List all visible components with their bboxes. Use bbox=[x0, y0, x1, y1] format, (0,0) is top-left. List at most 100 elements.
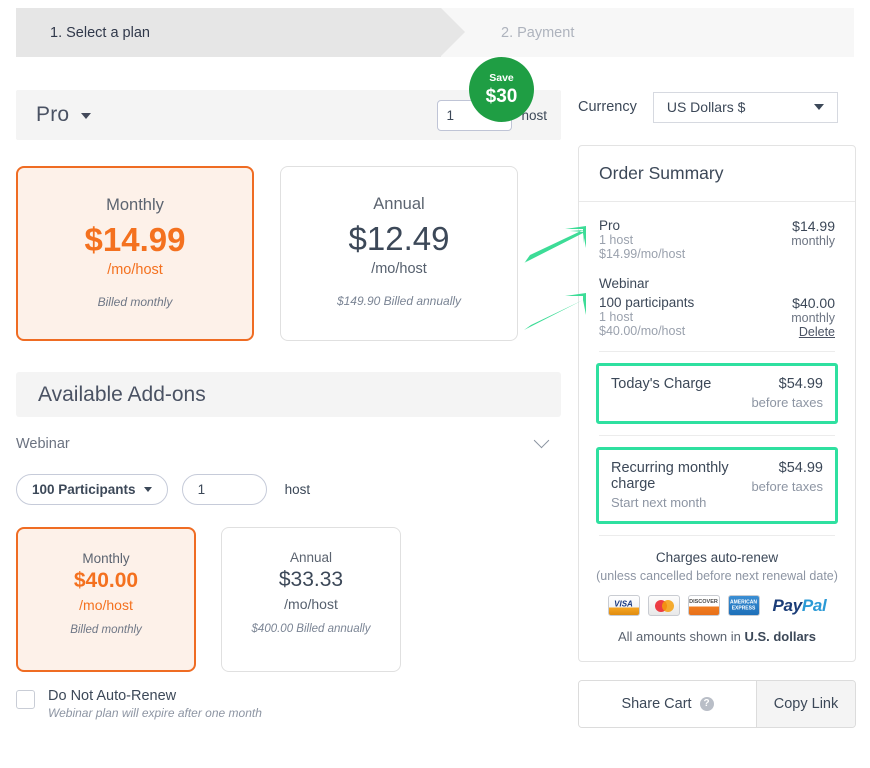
chevron-down-icon bbox=[813, 104, 824, 110]
discover-icon-label: DISCOVER bbox=[689, 599, 718, 606]
recurring-charge-left: Recurring monthly charge Start next mont… bbox=[611, 460, 751, 510]
order-item-pro-name: Pro bbox=[599, 218, 621, 233]
amex-icon-label: AMERICAN EXPRESS bbox=[730, 598, 757, 612]
plan-card-annual-unit: /mo/host bbox=[371, 261, 427, 278]
plan-card-annual[interactable]: Annual $12.49 /mo/host $149.90 Billed an… bbox=[280, 166, 518, 341]
plan-card-monthly-note: Billed monthly bbox=[97, 295, 173, 310]
order-item-webinar: 100 participants 1 host $40.00/mo/host $… bbox=[599, 295, 835, 339]
currency-row: Currency US Dollars $ bbox=[578, 90, 856, 124]
order-summary-body: Pro 1 host $14.99/mo/host $14.99 monthly… bbox=[579, 202, 855, 536]
plan-name-label: Pro bbox=[36, 103, 70, 126]
do-not-auto-renew-checkbox[interactable] bbox=[16, 690, 35, 709]
addon-webinar-row[interactable]: Webinar bbox=[16, 432, 561, 452]
order-item-pro-cycle: monthly bbox=[791, 234, 835, 248]
order-item-webinar-name: 100 participants bbox=[599, 295, 695, 310]
addon-card-annual-price: $33.33 bbox=[278, 568, 344, 591]
step-1-label: 1. Select a plan bbox=[50, 24, 150, 41]
step-select-a-plan[interactable]: 1. Select a plan bbox=[16, 8, 465, 57]
share-cart-label: Share Cart bbox=[621, 696, 692, 712]
currency-value: US Dollars $ bbox=[666, 99, 746, 115]
addon-host-quantity-input[interactable]: 1 bbox=[181, 474, 267, 505]
visa-icon-label: VISA bbox=[614, 599, 633, 609]
recurring-charge-right: $54.99 before taxes bbox=[751, 460, 823, 510]
recurring-charge-note: before taxes bbox=[751, 479, 823, 494]
order-summary-footer: Charges auto-renew (unless cancelled bef… bbox=[579, 536, 855, 661]
chevron-down-icon[interactable] bbox=[533, 432, 550, 448]
order-item-pro-left: Pro 1 host $14.99/mo/host bbox=[599, 218, 791, 261]
addon-card-annual-unit: /mo/host bbox=[284, 596, 338, 612]
do-not-auto-renew-sub: Webinar plan will expire after one month bbox=[48, 706, 262, 720]
recurring-charge-box: Recurring monthly charge Start next mont… bbox=[596, 447, 838, 524]
addon-webinar-label: Webinar bbox=[16, 436, 70, 452]
addon-card-annual-title: Annual bbox=[289, 550, 333, 565]
addon-controls: 100 Participants 1 host bbox=[16, 474, 561, 505]
plan-card-monthly[interactable]: Monthly $14.99 /mo/host Billed monthly bbox=[16, 166, 254, 341]
order-item-webinar-unit: $40.00/mo/host bbox=[599, 324, 686, 338]
todays-charge-box: Today's Charge $54.99 before taxes bbox=[596, 363, 838, 424]
share-cart-button[interactable]: Share Cart ? bbox=[579, 681, 757, 727]
save-badge-line2: $30 bbox=[485, 85, 518, 107]
save-badge: Save $30 bbox=[469, 57, 534, 122]
addon-host-unit-label: host bbox=[284, 482, 311, 497]
addon-card-annual[interactable]: Annual $33.33 /mo/host $400.00 Billed an… bbox=[221, 527, 401, 672]
order-item-webinar-left: 100 participants 1 host $40.00/mo/host bbox=[599, 295, 791, 339]
participants-select-value: 100 Participants bbox=[32, 482, 136, 497]
plan-card-monthly-unit: /mo/host bbox=[107, 262, 163, 279]
chevron-down-icon bbox=[80, 112, 91, 119]
todays-charge-price: $54.99 bbox=[778, 376, 823, 392]
todays-charge-row: Today's Charge $54.99 before taxes bbox=[611, 376, 823, 410]
payment-method-icons: VISA DISCOVER AMERICAN EXPRESS PayPal bbox=[591, 595, 843, 616]
todays-charge-left: Today's Charge bbox=[611, 376, 751, 410]
share-row: Share Cart ? Copy Link bbox=[578, 680, 856, 728]
order-item-pro-unit: $14.99/mo/host bbox=[599, 247, 686, 261]
divider bbox=[599, 351, 835, 352]
addon-card-monthly-note: Billed monthly bbox=[70, 624, 142, 636]
plan-selection-column: Pro 1 host Monthly $14.99 /mo/host Bille… bbox=[16, 90, 561, 720]
order-summary-title: Order Summary bbox=[579, 146, 855, 202]
recurring-charge-label: Recurring monthly charge bbox=[611, 460, 729, 492]
currency-label: Currency bbox=[578, 99, 637, 115]
participants-select[interactable]: 100 Participants bbox=[16, 474, 168, 505]
recurring-charge-price: $54.99 bbox=[778, 460, 823, 476]
order-item-webinar-price: $40.00 bbox=[792, 295, 835, 311]
help-icon[interactable]: ? bbox=[699, 697, 714, 711]
order-item-webinar-delete[interactable]: Delete bbox=[791, 325, 835, 339]
recurring-charge-sub: Start next month bbox=[611, 495, 707, 510]
paypal-icon: PayPal bbox=[773, 596, 827, 616]
plan-dropdown[interactable]: Pro bbox=[36, 103, 91, 127]
order-item-webinar-group: Webinar bbox=[599, 276, 650, 291]
mastercard-icon bbox=[647, 595, 680, 616]
order-item-webinar-cycle: monthly bbox=[791, 311, 835, 325]
amounts-currency-value: U.S. dollars bbox=[744, 629, 816, 644]
auto-renew-subtext: (unless cancelled before next renewal da… bbox=[596, 569, 838, 583]
currency-select[interactable]: US Dollars $ bbox=[652, 91, 838, 123]
plan-card-monthly-price: $14.99 bbox=[84, 221, 186, 258]
save-badge-line1: Save bbox=[489, 72, 514, 85]
step-payment[interactable]: 2. Payment bbox=[441, 8, 854, 57]
copy-link-button[interactable]: Copy Link bbox=[757, 681, 855, 727]
checkout-steps: 1. Select a plan 2. Payment bbox=[16, 8, 854, 57]
chevron-down-icon bbox=[143, 487, 152, 492]
do-not-auto-renew-title: Do Not Auto-Renew bbox=[48, 688, 177, 704]
step-2-label: 2. Payment bbox=[501, 24, 575, 41]
order-item-webinar-right: $40.00 monthly Delete bbox=[791, 295, 835, 339]
addon-billing-cards: Monthly $40.00 /mo/host Billed monthly A… bbox=[16, 527, 561, 672]
todays-charge-note: before taxes bbox=[751, 395, 823, 410]
order-summary-panel: Order Summary Pro 1 host $14.99/mo/host … bbox=[578, 145, 856, 662]
discover-icon: DISCOVER bbox=[687, 595, 720, 616]
addon-card-monthly[interactable]: Monthly $40.00 /mo/host Billed monthly bbox=[16, 527, 196, 672]
auto-renew-text: Charges auto-renew bbox=[655, 550, 779, 565]
addon-card-monthly-title: Monthly bbox=[82, 551, 130, 566]
addon-card-annual-note: $400.00 Billed annually bbox=[251, 623, 371, 635]
paypal-label-pal: Pal bbox=[801, 595, 827, 615]
addon-card-monthly-price: $40.00 bbox=[73, 569, 139, 592]
do-not-auto-renew-row[interactable]: Do Not Auto-Renew Webinar plan will expi… bbox=[16, 688, 561, 720]
amounts-currency-note: All amounts shown in U.S. dollars bbox=[591, 629, 843, 644]
order-item-pro: Pro 1 host $14.99/mo/host $14.99 monthly bbox=[599, 218, 835, 261]
visa-icon: VISA bbox=[607, 595, 640, 616]
plan-card-annual-note: $149.90 Billed annually bbox=[336, 294, 462, 309]
order-column: Currency US Dollars $ Order Summary Pro … bbox=[578, 90, 856, 728]
recurring-charge-row: Recurring monthly charge Start next mont… bbox=[611, 460, 823, 510]
plan-card-annual-price: $12.49 bbox=[348, 220, 450, 257]
